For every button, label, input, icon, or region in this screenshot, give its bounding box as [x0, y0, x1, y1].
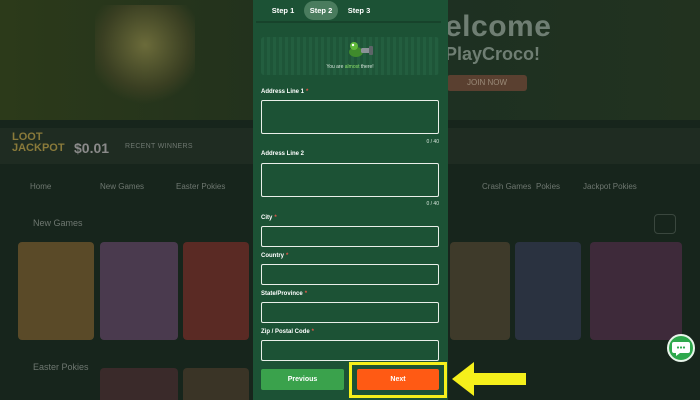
- game-tile[interactable]: [515, 242, 581, 340]
- section-pager-button[interactable]: [654, 214, 676, 234]
- nav-item-jackpot-pokies[interactable]: Jackpot Pokies: [583, 182, 637, 191]
- game-tile[interactable]: [183, 242, 249, 340]
- next-button-highlight: [349, 362, 447, 398]
- progress-banner: You are almost there!: [261, 37, 439, 75]
- croco-mascot-icon: [349, 42, 373, 57]
- state-province-input[interactable]: [261, 302, 439, 323]
- zip-code-label: Zip / Postal Code *: [261, 329, 315, 335]
- game-tile[interactable]: [18, 242, 94, 340]
- jackpot-logo: LOOT JACKPOT: [12, 131, 65, 154]
- nav-item-home[interactable]: Home: [30, 182, 51, 191]
- step-tabs: Step 1 Step 2 Step 3: [256, 0, 441, 23]
- address-line-2-label: Address Line 2: [261, 151, 305, 157]
- address-line-2-input[interactable]: [261, 163, 439, 197]
- game-tile[interactable]: [100, 368, 178, 400]
- city-input[interactable]: [261, 226, 439, 247]
- country-select[interactable]: [261, 264, 439, 285]
- city-label: City *: [261, 215, 277, 221]
- join-now-button[interactable]: JOIN NOW: [447, 75, 527, 91]
- tab-step-2[interactable]: Step 2: [304, 1, 338, 20]
- welcome-subheading: PlayCroco!: [445, 44, 541, 64]
- chat-button[interactable]: [667, 334, 695, 362]
- tab-step-3[interactable]: Step 3: [341, 1, 377, 20]
- signup-modal: Step 1 Step 2 Step 3 You are almost ther…: [253, 0, 448, 400]
- game-tile[interactable]: [100, 242, 178, 340]
- section-title-new-games[interactable]: New Games: [33, 218, 83, 228]
- game-tile[interactable]: [450, 242, 510, 340]
- address-line-1-label: Address Line 1 *: [261, 89, 309, 95]
- chat-bubble-icon: [672, 342, 690, 356]
- slot-machine-graphic: [95, 5, 195, 105]
- previous-button[interactable]: Previous: [261, 369, 344, 390]
- nav-item-crash-games[interactable]: Crash Games: [482, 182, 531, 191]
- arrow-left-icon: [452, 362, 526, 396]
- game-tile[interactable]: [590, 242, 682, 340]
- zip-code-input[interactable]: [261, 340, 439, 361]
- jackpot-amount: $0.01: [74, 140, 110, 156]
- progress-message: You are almost there!: [326, 64, 374, 70]
- address-line-1-counter: 0 / 40: [426, 139, 439, 145]
- nav-item-new-games[interactable]: New Games: [100, 182, 144, 191]
- welcome-heading: elcome: [445, 10, 552, 43]
- section-title-easter[interactable]: Easter Pokies: [33, 362, 89, 372]
- recent-winners-label: RECENT WINNERS: [125, 143, 193, 150]
- address-line-1-input[interactable]: [261, 100, 439, 134]
- country-label: Country *: [261, 253, 289, 259]
- address-line-2-counter: 0 / 40: [426, 201, 439, 207]
- nav-item-easter-pokies[interactable]: Easter Pokies: [176, 182, 225, 191]
- nav-item-pokies[interactable]: Pokies: [536, 182, 560, 191]
- game-tile[interactable]: [183, 368, 249, 400]
- state-province-label: State/Province *: [261, 291, 308, 297]
- tab-step-1[interactable]: Step 1: [264, 1, 302, 20]
